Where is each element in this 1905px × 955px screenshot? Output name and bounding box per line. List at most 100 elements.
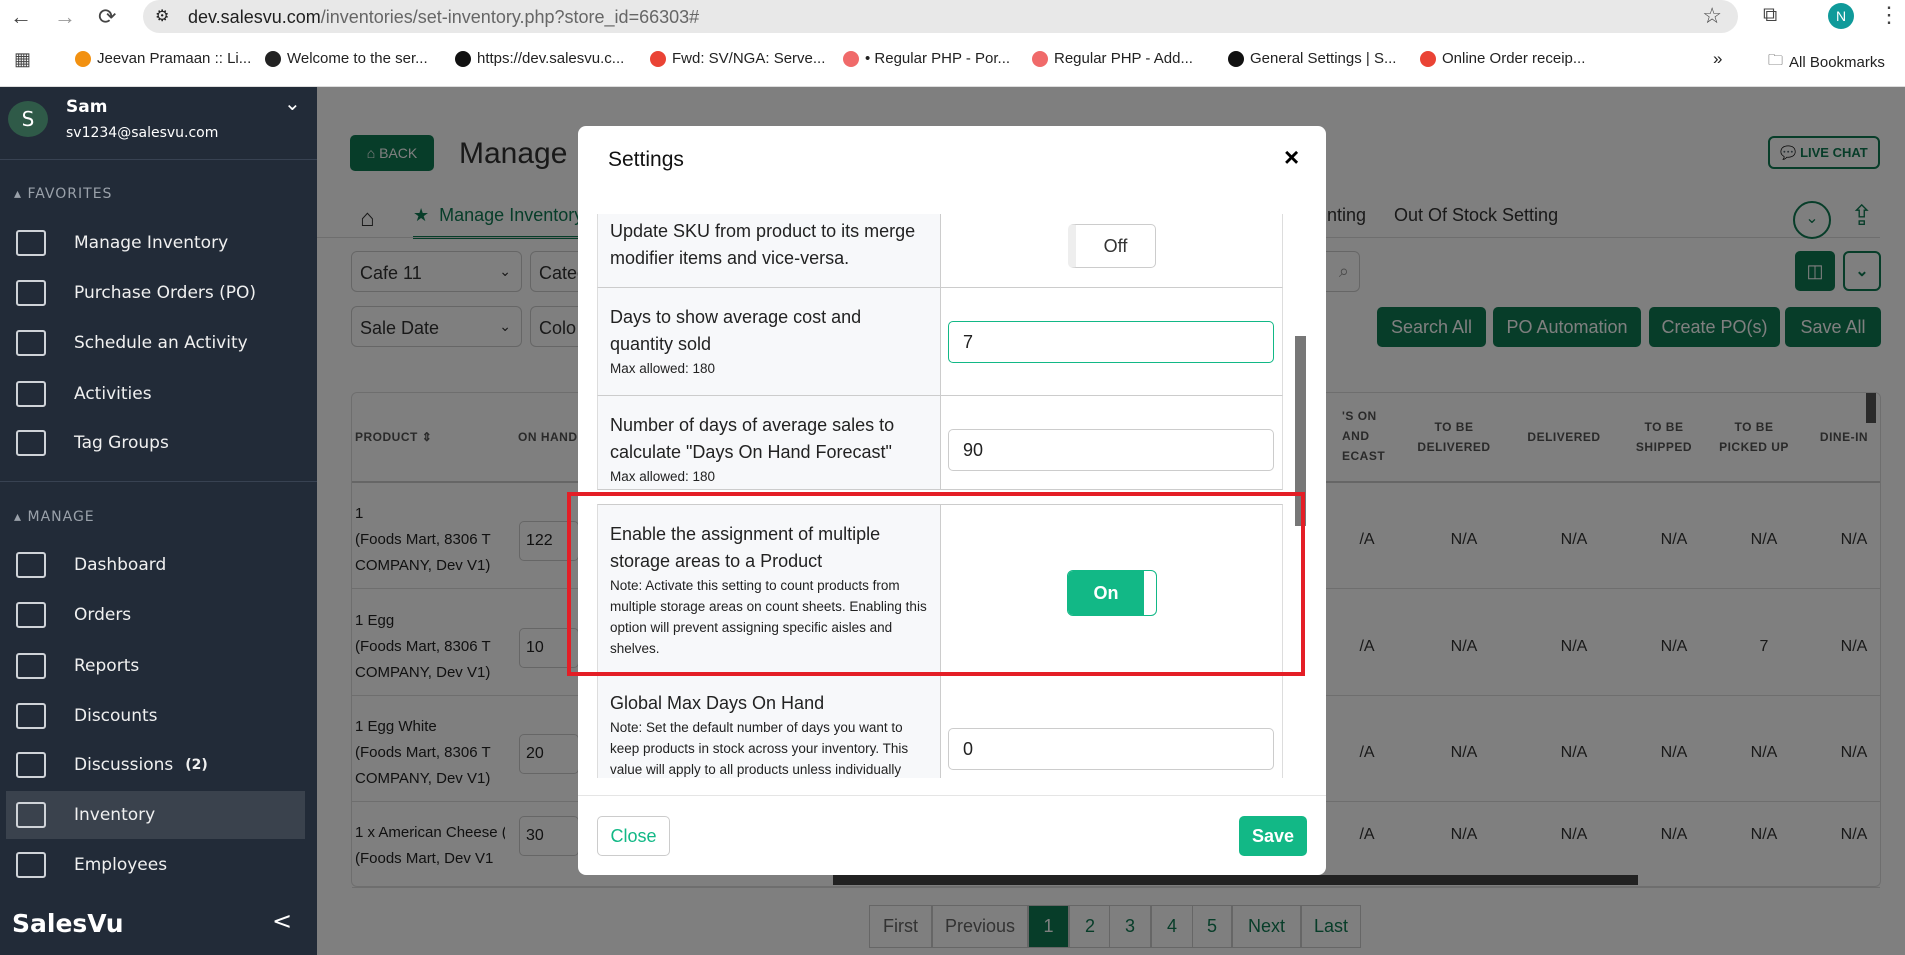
bookmark-label: Online Order receip...: [1442, 50, 1586, 67]
chevron-down-icon[interactable]: ⌄: [284, 91, 301, 115]
asana-icon: [1032, 50, 1048, 67]
setting-note: Max allowed: 180: [610, 469, 716, 484]
bookmark-label: Welcome to the ser...: [287, 50, 428, 67]
setting-label: Number of days of average sales to calcu…: [610, 415, 895, 462]
bookmark-label: • Regular PHP - Por...: [865, 50, 1011, 67]
close-icon[interactable]: ×: [1284, 142, 1299, 173]
url-path: /inventories/set-inventory.php?store_id=…: [320, 7, 700, 27]
sidebar-item-tag-groups[interactable]: Tag Groups: [6, 419, 305, 467]
sidebar-item-activities[interactable]: Activities: [6, 370, 305, 418]
close-button[interactable]: Close: [597, 816, 670, 856]
bookmark-label: Jeevan Pramaan :: Li...: [97, 50, 252, 67]
asana-icon: [843, 50, 859, 67]
user-email: sv1234@salesvu.com: [66, 125, 219, 141]
setting-label: Update SKU from product to its merge mod…: [610, 221, 916, 268]
sidebar-item-label: Inventory: [74, 805, 156, 825]
collapse-sidebar-icon[interactable]: <: [272, 907, 292, 935]
apps-grid-icon[interactable]: ▦: [14, 49, 31, 70]
user-name: Sam: [66, 97, 108, 117]
forward-arrow-icon[interactable]: →: [54, 4, 76, 30]
activities-icon: [16, 381, 46, 407]
more-bookmarks[interactable]: »: [1713, 49, 1722, 69]
setting-note: Note: Set the default number of days you…: [610, 720, 909, 777]
bookmark-item[interactable]: Welcome to the ser...: [265, 50, 428, 67]
salesvu-logo: SalesVu: [12, 909, 124, 938]
sidebar: S Sam sv1234@salesvu.com ⌄ ▴ FAVORITES M…: [0, 87, 317, 955]
folder-icon: 🗀: [1768, 52, 1784, 69]
sidebar-item-label: Purchase Orders (PO): [74, 283, 257, 303]
india-emblem-icon: [75, 50, 91, 67]
sidebar-item-label: Discounts: [74, 706, 158, 726]
employees-icon: [16, 852, 46, 878]
sidebar-item-label: Discussions: [74, 755, 174, 775]
gmail-icon: [650, 50, 666, 67]
profile-avatar[interactable]: N: [1828, 3, 1854, 29]
bookmark-item[interactable]: Jeevan Pramaan :: Li...: [75, 50, 251, 67]
setting-note: Max allowed: 180: [610, 361, 716, 376]
days-on-hand-forecast-input[interactable]: 90: [948, 429, 1274, 471]
sidebar-item-label: Manage Inventory: [74, 233, 229, 253]
back-arrow-icon[interactable]: ←: [10, 4, 32, 30]
reload-icon[interactable]: ⟳: [98, 4, 116, 30]
sidebar-item-manage-inventory[interactable]: Manage Inventory: [6, 219, 305, 267]
discussions-icon: [16, 752, 46, 778]
sidebar-item-label: Tag Groups: [74, 433, 169, 453]
modal-title: Settings: [608, 148, 684, 171]
url-host: dev.salesvu.com: [188, 7, 321, 27]
sidebar-item-label: Dashboard: [74, 555, 167, 575]
sidebar-item-purchase-orders-po[interactable]: Purchase Orders (PO): [6, 269, 305, 317]
avatar: S: [8, 101, 48, 137]
monitor-icon: [16, 552, 46, 578]
sidebar-item-reports[interactable]: Reports: [6, 642, 305, 690]
sidebar-item-discounts[interactable]: Discounts: [6, 692, 305, 740]
menu-icon[interactable]: ⋮: [1878, 2, 1900, 28]
bookmark-item[interactable]: https://dev.salesvu.c...: [455, 50, 624, 67]
site-info-icon[interactable]: ⚙: [155, 6, 169, 26]
sidebar-item-dashboard[interactable]: Dashboard: [6, 541, 305, 589]
orders-icon: [16, 602, 46, 628]
sidebar-item-schedule-an-activity[interactable]: Schedule an Activity: [6, 319, 305, 367]
bookmark-item[interactable]: Fwd: SV/NGA: Serve...: [650, 50, 825, 67]
caret-up-icon: ▴: [14, 186, 28, 202]
setting-label: Days to show average cost and quantity s…: [610, 307, 862, 354]
inventory-icon: [16, 230, 46, 256]
sidebar-item-label: Schedule an Activity: [74, 333, 248, 353]
caret-up-icon: ▴: [14, 509, 28, 525]
calendar-icon: [16, 330, 46, 356]
globe-icon: [265, 50, 281, 67]
save-button[interactable]: Save: [1239, 816, 1307, 856]
bookmark-label: https://dev.salesvu.c...: [477, 50, 625, 67]
update-sku-toggle[interactable]: Off: [1068, 224, 1156, 268]
bookmark-item[interactable]: Regular PHP - Add...: [1032, 50, 1193, 67]
sidebar-item-employees[interactable]: Employees: [6, 841, 305, 889]
manage-section[interactable]: ▴ MANAGE: [14, 509, 95, 525]
sidebar-item-label: Activities: [74, 384, 152, 404]
badge-count: (2): [185, 757, 208, 773]
sidebar-item-label: Employees: [74, 855, 168, 875]
sidebar-item-discussions[interactable]: Discussions (2): [6, 741, 305, 789]
address-bar[interactable]: ⚙ dev.salesvu.com/inventories/set-invent…: [143, 0, 1738, 33]
global-max-days-input[interactable]: 0: [948, 728, 1274, 770]
bookmark-label: Regular PHP - Add...: [1054, 50, 1193, 67]
sidebar-item-orders[interactable]: Orders: [6, 591, 305, 639]
extensions-icon[interactable]: ⧉: [1763, 4, 1777, 27]
discount-icon: [16, 703, 46, 729]
reports-icon: [16, 653, 46, 679]
bookmark-item[interactable]: General Settings | S...: [1228, 50, 1396, 67]
star-icon[interactable]: ☆: [1702, 3, 1722, 29]
gmail-icon: [1420, 50, 1436, 67]
highlight-annotation-box: [567, 492, 1305, 676]
sv-icon: [455, 50, 471, 67]
bookmark-item[interactable]: Online Order receip...: [1420, 50, 1585, 67]
all-bookmarks[interactable]: 🗀 All Bookmarks: [1768, 50, 1885, 75]
manage-label: MANAGE: [27, 509, 95, 525]
setting-days-on-hand-forecast: Number of days of average sales to calcu…: [597, 396, 1283, 490]
setting-days-average-cost: Days to show average cost and quantity s…: [597, 288, 1283, 396]
favorites-section[interactable]: ▴ FAVORITES: [14, 186, 112, 202]
sidebar-item-label: Orders: [74, 605, 132, 625]
setting-label: Global Max Days On Hand: [610, 693, 825, 713]
sidebar-item-inventory[interactable]: Inventory: [6, 791, 305, 839]
days-average-cost-input[interactable]: 7: [948, 321, 1274, 363]
favorites-label: FAVORITES: [27, 186, 113, 202]
bookmark-item[interactable]: • Regular PHP - Por...: [843, 50, 1010, 67]
